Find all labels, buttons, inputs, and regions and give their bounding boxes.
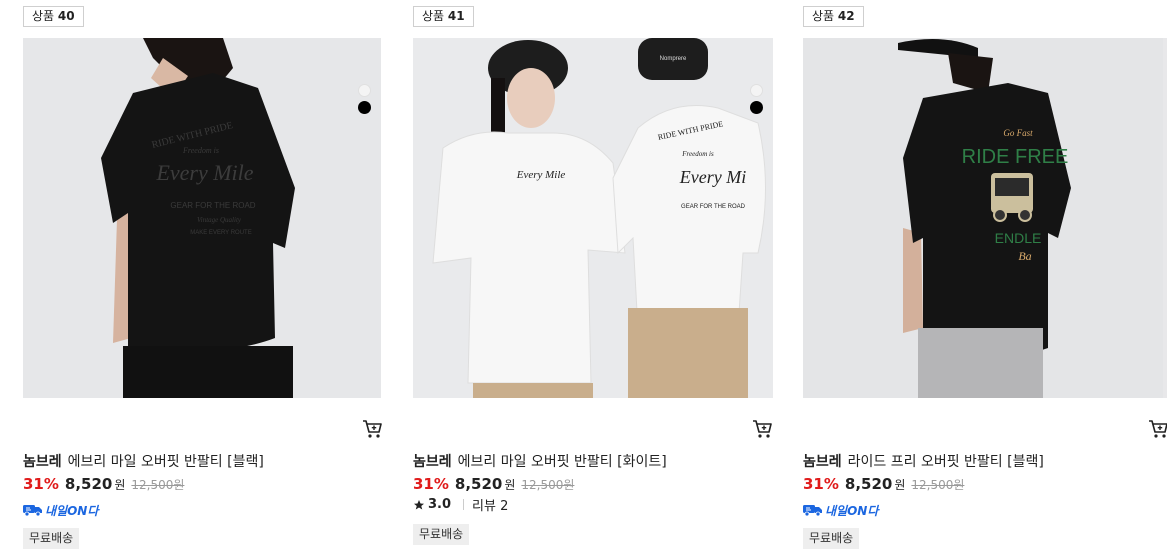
price-row: 31% 8,520 원 12,500원 [23,475,184,493]
cart-icon[interactable] [361,419,383,439]
product-card-42[interactable]: 상품 42 Go Fast RIDE FREE ENDLE Ba 놈브레 라이드… [803,0,1167,554]
svg-text:RIDE FREE: RIDE FREE [962,146,1069,168]
free-shipping-tag: 무료배송 [23,528,80,549]
swatch-white[interactable] [358,84,371,97]
product-number-badge: 상품 40 [23,6,84,27]
svg-text:MAKE EVERY ROUTE: MAKE EVERY ROUTE [190,230,251,236]
svg-text:Every Mile: Every Mile [516,169,566,181]
svg-text:ENDLE: ENDLE [995,230,1042,246]
product-card-40[interactable]: 상품 40 RIDE WITH PRIDE Freedom is Every M… [23,0,385,554]
delivery-truck-icon [23,505,42,516]
next-product-card-edge [1163,38,1167,398]
price-row: 31% 8,520 원 12,500원 [803,475,964,493]
discount-rate: 31% [23,475,59,493]
star-icon [414,499,424,509]
price-row: 31% 8,520 원 12,500원 [413,475,574,493]
shirt-shape [903,83,1071,357]
rating-row: 3.0 리뷰 2 [413,495,508,514]
free-shipping-tag: 무료배송 [413,524,470,545]
product-number-badge: 상품 41 [413,6,474,27]
currency-unit: 원 [504,478,516,492]
brand-name[interactable]: 놈브레 [23,454,62,470]
swatch-black[interactable] [358,101,371,114]
swatch-black[interactable] [750,101,763,114]
product-title[interactable]: 놈브레 에브리 마일 오버핏 반팔티 [블랙] [23,451,264,471]
free-shipping-tag: 무료배송 [803,528,860,549]
svg-text:Ba: Ba [1018,249,1031,263]
product-name[interactable]: 에브리 마일 오버핏 반팔티 [화이트] [458,454,667,470]
product-number-badge: 상품 42 [803,6,864,27]
sale-price: 8,520 [844,475,893,493]
cart-icon[interactable] [751,419,773,439]
product-name[interactable]: 에브리 마일 오버핏 반팔티 [블랙] [68,454,264,470]
svg-text:Freedom is: Freedom is [182,146,219,155]
discount-rate: 31% [413,475,449,493]
delivery-label: 내일ON다 [825,503,879,518]
discount-rate: 31% [803,475,839,493]
product-image[interactable]: RIDE WITH PRIDE Freedom is Every Mile GE… [23,38,381,398]
shirt-shape [101,73,295,352]
svg-text:GEAR FOR THE ROAD: GEAR FOR THE ROAD [170,201,255,210]
cart-icon[interactable] [1147,419,1167,439]
original-price: 12,500원 [911,478,965,492]
delivery-truck-icon [803,505,822,516]
brand-name[interactable]: 놈브레 [803,454,842,470]
color-swatches [750,84,763,118]
next-day-delivery-badge: 내일ON다 [803,502,878,518]
svg-text:GEAR FOR THE ROAD: GEAR FOR THE ROAD [681,204,746,210]
next-day-delivery-badge: 내일ON다 [23,502,98,518]
rating-score: 3.0 [428,497,452,512]
product-title[interactable]: 놈브레 라이드 프리 오버핏 반팔티 [블랙] [803,451,1044,471]
svg-text:Every Mi: Every Mi [679,167,746,187]
svg-text:Vintage Quality: Vintage Quality [197,216,242,224]
currency-unit: 원 [894,478,906,492]
product-title[interactable]: 놈브레 에브리 마일 오버핏 반팔티 [화이트] [413,451,667,471]
svg-text:Nomprere: Nomprere [660,56,687,62]
product-card-41[interactable]: 상품 41 Every Mile Nomprere RIDE WITH PRID… [413,0,775,554]
color-swatches [358,84,371,118]
delivery-label: 내일ON다 [45,503,99,518]
sale-price: 8,520 [454,475,503,493]
svg-text:Freedom is: Freedom is [681,150,714,158]
svg-text:Every Mile: Every Mile [155,160,253,185]
original-price: 12,500원 [131,478,185,492]
divider [463,499,465,510]
original-price: 12,500원 [521,478,575,492]
currency-unit: 원 [114,478,126,492]
svg-text:Go Fast: Go Fast [1003,128,1033,138]
review-count[interactable]: 리뷰 2 [472,495,508,514]
brand-name[interactable]: 놈브레 [413,454,452,470]
product-image[interactable]: Go Fast RIDE FREE ENDLE Ba [803,38,1163,398]
sale-price: 8,520 [64,475,113,493]
product-image[interactable]: Every Mile Nomprere RIDE WITH PRIDE Free… [413,38,773,398]
swatch-white[interactable] [750,84,763,97]
product-name[interactable]: 라이드 프리 오버핏 반팔티 [블랙] [848,454,1044,470]
